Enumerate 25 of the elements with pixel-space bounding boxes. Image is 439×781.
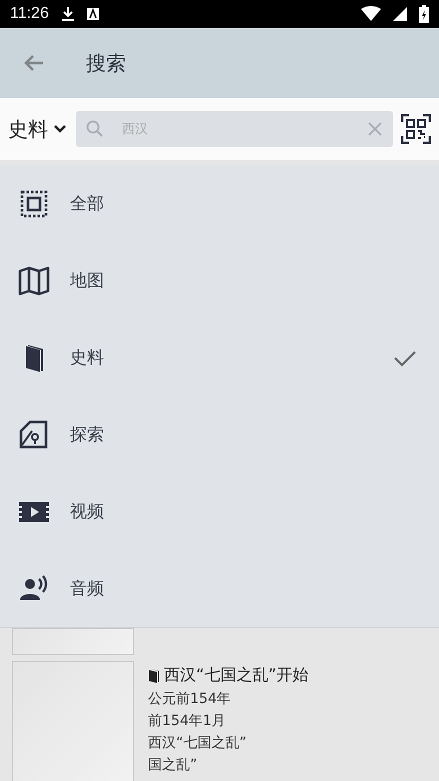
notification-icon	[86, 8, 99, 20]
qr-scan-icon[interactable]	[401, 114, 431, 144]
menu-item[interactable]: 探索	[0, 396, 439, 473]
download-icon	[60, 6, 75, 22]
close-icon[interactable]	[367, 121, 383, 137]
wifi-icon	[361, 6, 381, 22]
page-title: 搜索	[86, 50, 126, 76]
signal-icon	[393, 7, 407, 21]
menu-item[interactable]: 全部	[0, 165, 439, 242]
result-snippet: 西汉“七国之乱”	[148, 734, 248, 752]
status-time: 11:26	[10, 5, 49, 23]
battery-icon	[419, 5, 429, 23]
result-date: 公元前154年	[148, 690, 232, 708]
result-title[interactable]: 西汉“七国之乱”开始	[148, 665, 309, 686]
map-pin-icon	[18, 418, 50, 450]
category-dropdown[interactable]: 史料	[8, 116, 68, 142]
menu-item[interactable]: 视频	[0, 473, 439, 550]
map-icon	[18, 264, 50, 296]
result-snippet: 国之乱”	[148, 756, 198, 774]
menu-item[interactable]: 音频	[0, 550, 439, 627]
book-icon	[148, 668, 160, 682]
result-snippet: 前154年1月	[148, 712, 227, 730]
menu-item[interactable]: 史料	[0, 319, 439, 396]
search-icon	[86, 120, 104, 138]
menu-item[interactable]: 地图	[0, 242, 439, 319]
